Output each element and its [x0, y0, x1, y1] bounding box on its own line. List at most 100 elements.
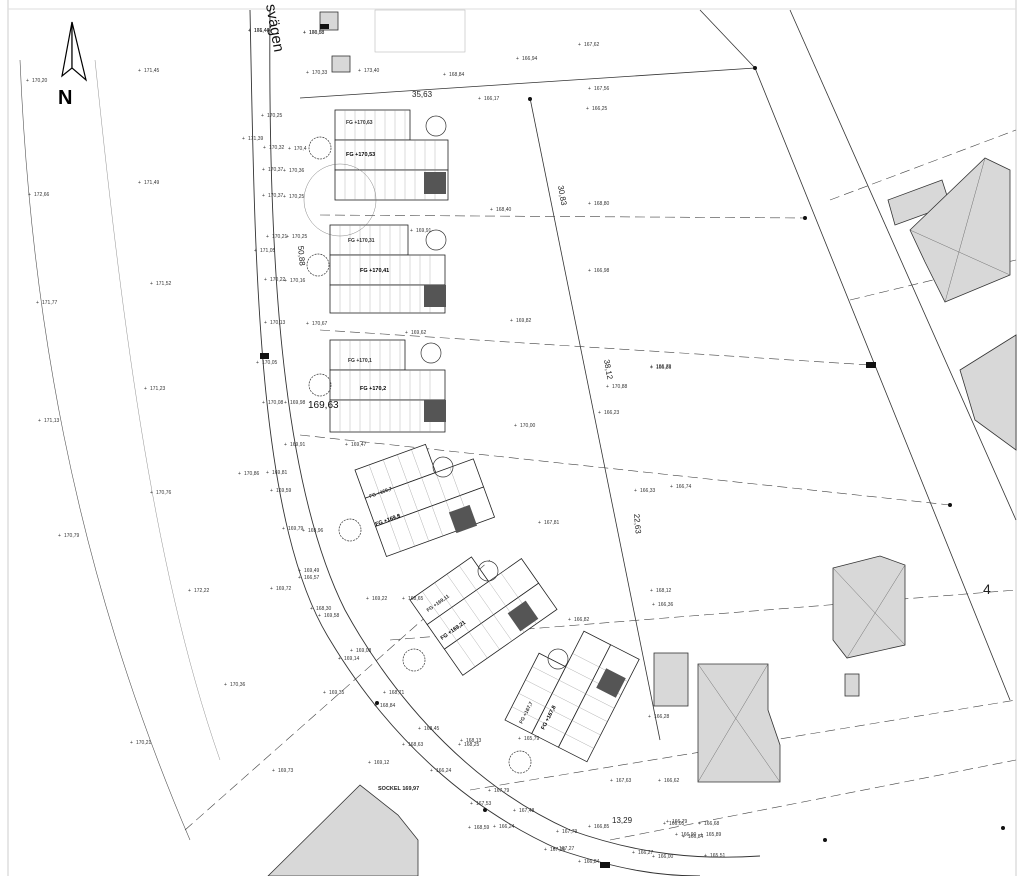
spot-height-marker: +: [318, 613, 321, 619]
site-plan-map: N svägen 4 SOCKEL 169,97 169,63 35,63 30…: [0, 0, 1024, 876]
spot-height-label: 166,33: [640, 488, 656, 494]
spot-height-label: 167,81: [544, 520, 560, 526]
spot-height-label: 166,57: [304, 575, 320, 581]
spot-height-label: 169,12: [374, 760, 390, 766]
spot-height-label: 170,79: [64, 533, 80, 539]
spot-height-label: 166,94: [522, 56, 538, 62]
spot-height-label: 169,98: [290, 400, 306, 406]
spot-height-marker: +: [634, 488, 637, 494]
spot-height-label: 170,37: [268, 193, 284, 199]
spot-height-marker: +: [272, 768, 275, 774]
lot-dimension: 22,63: [632, 513, 643, 534]
spot-height-label: 170,37: [268, 167, 284, 173]
spot-height-label: 168,30: [316, 606, 332, 612]
spot-height-marker: +: [632, 850, 635, 856]
spot-height-marker: +: [418, 726, 421, 732]
spot-height-label: 166,84: [584, 859, 600, 865]
spot-height-marker: +: [410, 228, 413, 234]
spot-height-marker: +: [514, 423, 517, 429]
spot-height-marker: +: [150, 490, 153, 496]
spot-height-marker: +: [470, 801, 473, 807]
spot-height-marker: +: [606, 384, 609, 390]
spot-height-marker: +: [513, 808, 516, 814]
spot-height-label: 172,66: [34, 192, 50, 198]
spot-height-marker: +: [374, 703, 377, 709]
spot-height-label: 171,77: [42, 300, 58, 306]
spot-height-marker: +: [443, 72, 446, 78]
spot-height-marker: +: [284, 278, 287, 284]
spot-height-label: 170,25: [292, 234, 308, 240]
spot-height-label: 170,21: [136, 740, 152, 746]
spot-height-label: 170,08: [268, 400, 284, 406]
spot-height-marker: +: [405, 330, 408, 336]
spot-height-label: 168,12: [656, 588, 672, 594]
spot-height-label: 170,4: [294, 146, 307, 152]
spot-height-label: 171,49: [144, 180, 160, 186]
spot-height-label: 168,40: [496, 207, 512, 213]
spot-height-marker: +: [26, 78, 29, 84]
spot-height-marker: +: [306, 70, 309, 76]
spot-height-marker: +: [698, 821, 701, 827]
spot-height-label: 170,86: [244, 471, 260, 477]
spot-height-label: 170,76: [156, 490, 172, 496]
spot-height-label: 166,98: [594, 268, 610, 274]
spot-height-marker: +: [366, 596, 369, 602]
spot-height-label: 166,82: [574, 617, 590, 623]
spot-height-marker: +: [248, 28, 251, 34]
spot-height-label: 169,73: [278, 768, 294, 774]
spot-height-marker: +: [518, 736, 521, 742]
spot-height-label: 168,13: [466, 738, 482, 744]
spot-height-label: 170,00: [520, 423, 536, 429]
spot-height-label: 169,47: [351, 442, 367, 448]
spot-height-marker: +: [266, 470, 269, 476]
spot-height-label: 166,68: [704, 821, 720, 827]
spot-height-label: 168,63: [408, 742, 424, 748]
spot-height-label: 169,14: [344, 656, 360, 662]
spot-height-marker: +: [610, 778, 613, 784]
spot-height-marker: +: [261, 113, 264, 119]
spot-height-label: 169,22: [372, 596, 388, 602]
spot-height-marker: +: [256, 360, 259, 366]
spot-height-label: 170,33: [312, 70, 328, 76]
spot-height-label: 166,46: [254, 28, 270, 34]
spot-height-label: 168,71: [389, 690, 405, 696]
center-height: 169,63: [308, 400, 339, 411]
spot-height-label: 166,53: [309, 30, 325, 36]
spot-height-label: 173,40: [364, 68, 380, 74]
fg-label: FG +170,41: [360, 268, 389, 274]
spot-height-label: 169,81: [272, 470, 288, 476]
spot-height-marker: +: [468, 825, 471, 831]
spot-height-label: 171,39: [248, 136, 264, 142]
spot-height-label: 167,53: [476, 801, 492, 807]
fg-small-label: FG +170,63: [346, 120, 373, 126]
spot-height-marker: +: [262, 193, 265, 199]
spot-height-marker: +: [38, 418, 41, 424]
spot-height-marker: +: [402, 596, 405, 602]
spot-height-marker: +: [652, 602, 655, 608]
spot-height-marker: +: [666, 819, 669, 825]
spot-height-marker: +: [286, 234, 289, 240]
spot-height-label: 170,25: [267, 113, 283, 119]
spot-height-marker: +: [430, 768, 433, 774]
lot-dimension: 50,88: [296, 245, 307, 266]
spot-height-marker: +: [262, 167, 265, 173]
spot-height-marker: +: [282, 526, 285, 532]
fg-label: FG +170,2: [360, 386, 386, 392]
spot-height-label: 172,22: [194, 588, 210, 594]
spot-height-marker: +: [284, 442, 287, 448]
spot-height-marker: +: [298, 575, 301, 581]
spot-height-marker: +: [516, 56, 519, 62]
lot-dimension: 13,29: [612, 816, 633, 825]
spot-height-marker: +: [138, 180, 141, 186]
spot-height-label: 166,28: [654, 714, 670, 720]
spot-height-label: 166,23: [604, 410, 620, 416]
spot-height-label: 166,85: [594, 824, 610, 830]
spot-height-marker: +: [130, 740, 133, 746]
spot-height-label: 169,62: [411, 330, 427, 336]
spot-height-marker: +: [264, 320, 267, 326]
spot-height-marker: +: [478, 96, 481, 102]
spot-height-marker: +: [58, 533, 61, 539]
spot-height-label: 170,88: [612, 384, 628, 390]
spot-height-marker: +: [338, 656, 341, 662]
spot-height-label: 166,17: [484, 96, 500, 102]
